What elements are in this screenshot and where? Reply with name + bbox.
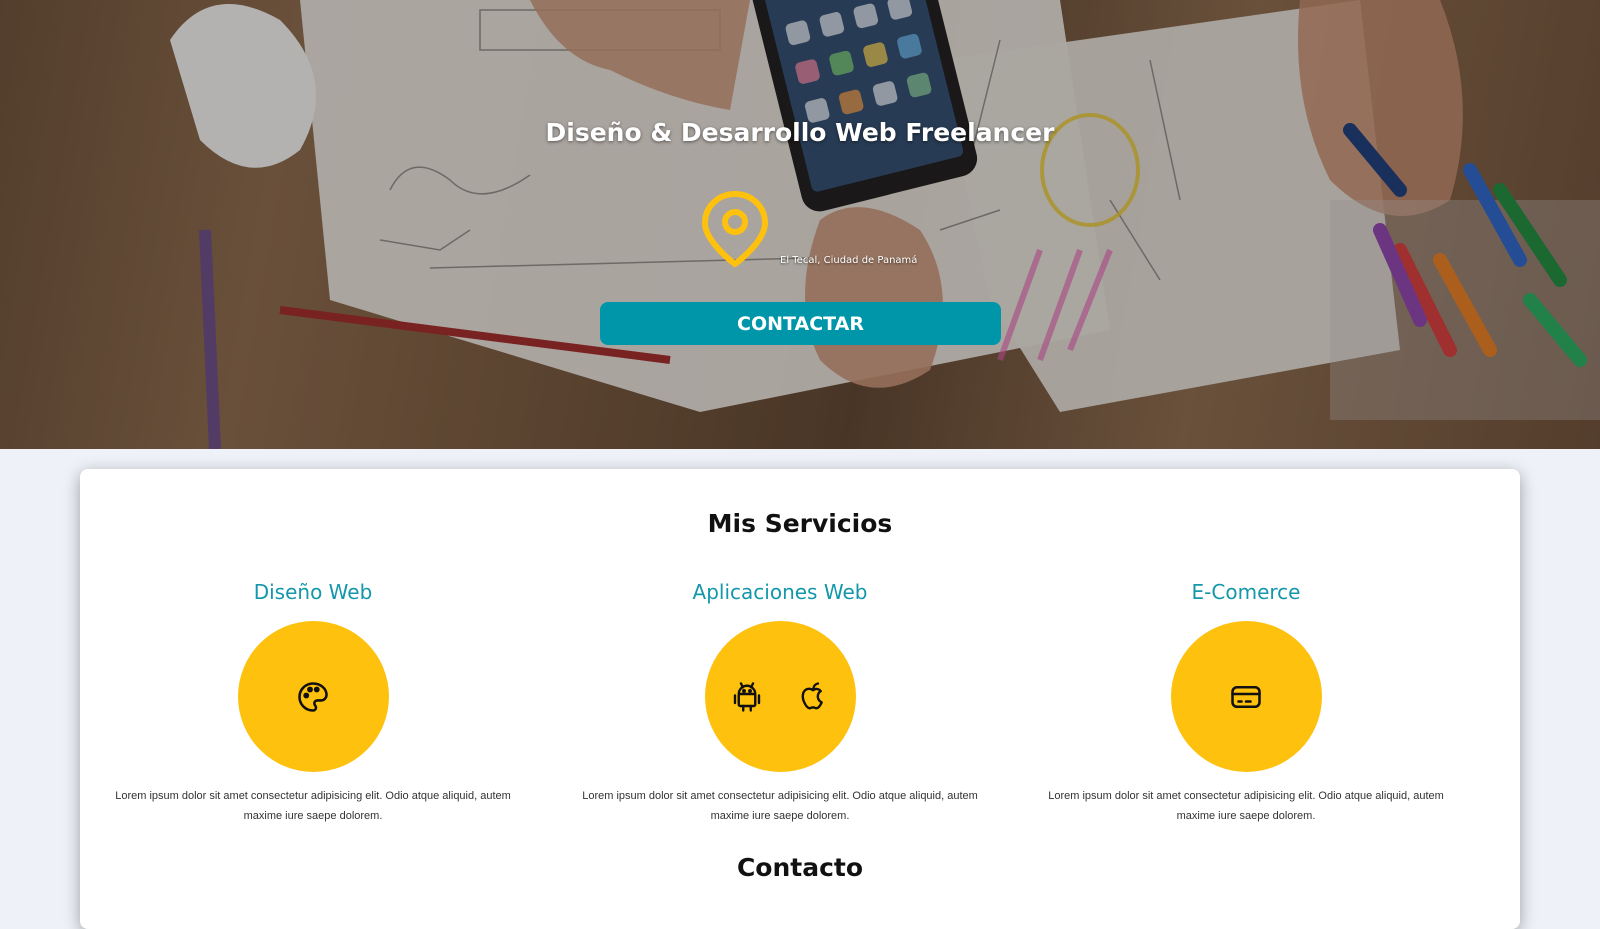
service-description: Lorem ipsum dolor sit amet consectetur a… — [582, 790, 978, 822]
credit-card-icon — [1228, 679, 1264, 715]
service-title: E-Comerce — [1191, 580, 1301, 604]
service-description: Lorem ipsum dolor sit amet consectetur a… — [115, 790, 511, 822]
location-text: El Tecal, Ciudad de Panamá — [780, 255, 918, 266]
service-title: Aplicaciones Web — [692, 580, 868, 604]
service-diseno-web: Diseño Web Lorem ipsum dolor sit amet co… — [103, 577, 523, 826]
services-section-title: Mis Servicios — [707, 509, 893, 538]
service-description: Lorem ipsum dolor sit amet consectetur a… — [1048, 790, 1444, 822]
service-e-comerce: E-Comerce Lorem ipsum dolor sit amet con… — [1036, 577, 1456, 826]
services-card: Mis Servicios Diseño Web Lorem ipsum dol… — [80, 469, 1520, 929]
palette-icon — [295, 679, 331, 715]
hero-dark-overlay — [0, 0, 1600, 449]
contact-button[interactable]: CONTACTAR — [600, 302, 1001, 345]
apple-icon — [795, 679, 831, 715]
service-icon-circle — [1170, 621, 1322, 772]
hero-title: Diseño & Desarrollo Web Freelancer — [545, 118, 1055, 147]
service-icon-circle — [237, 621, 389, 772]
android-icon — [729, 679, 765, 715]
hero-banner: Diseño & Desarrollo Web Freelancer El Te… — [0, 0, 1600, 449]
location-pin-icon — [702, 191, 768, 267]
service-title: Diseño Web — [253, 580, 373, 604]
contact-section-title: Contacto — [736, 853, 864, 882]
service-icon-circle — [704, 621, 856, 772]
service-aplicaciones-web: Aplicaciones Web Lorem ipsum dolor sit a… — [570, 577, 990, 826]
